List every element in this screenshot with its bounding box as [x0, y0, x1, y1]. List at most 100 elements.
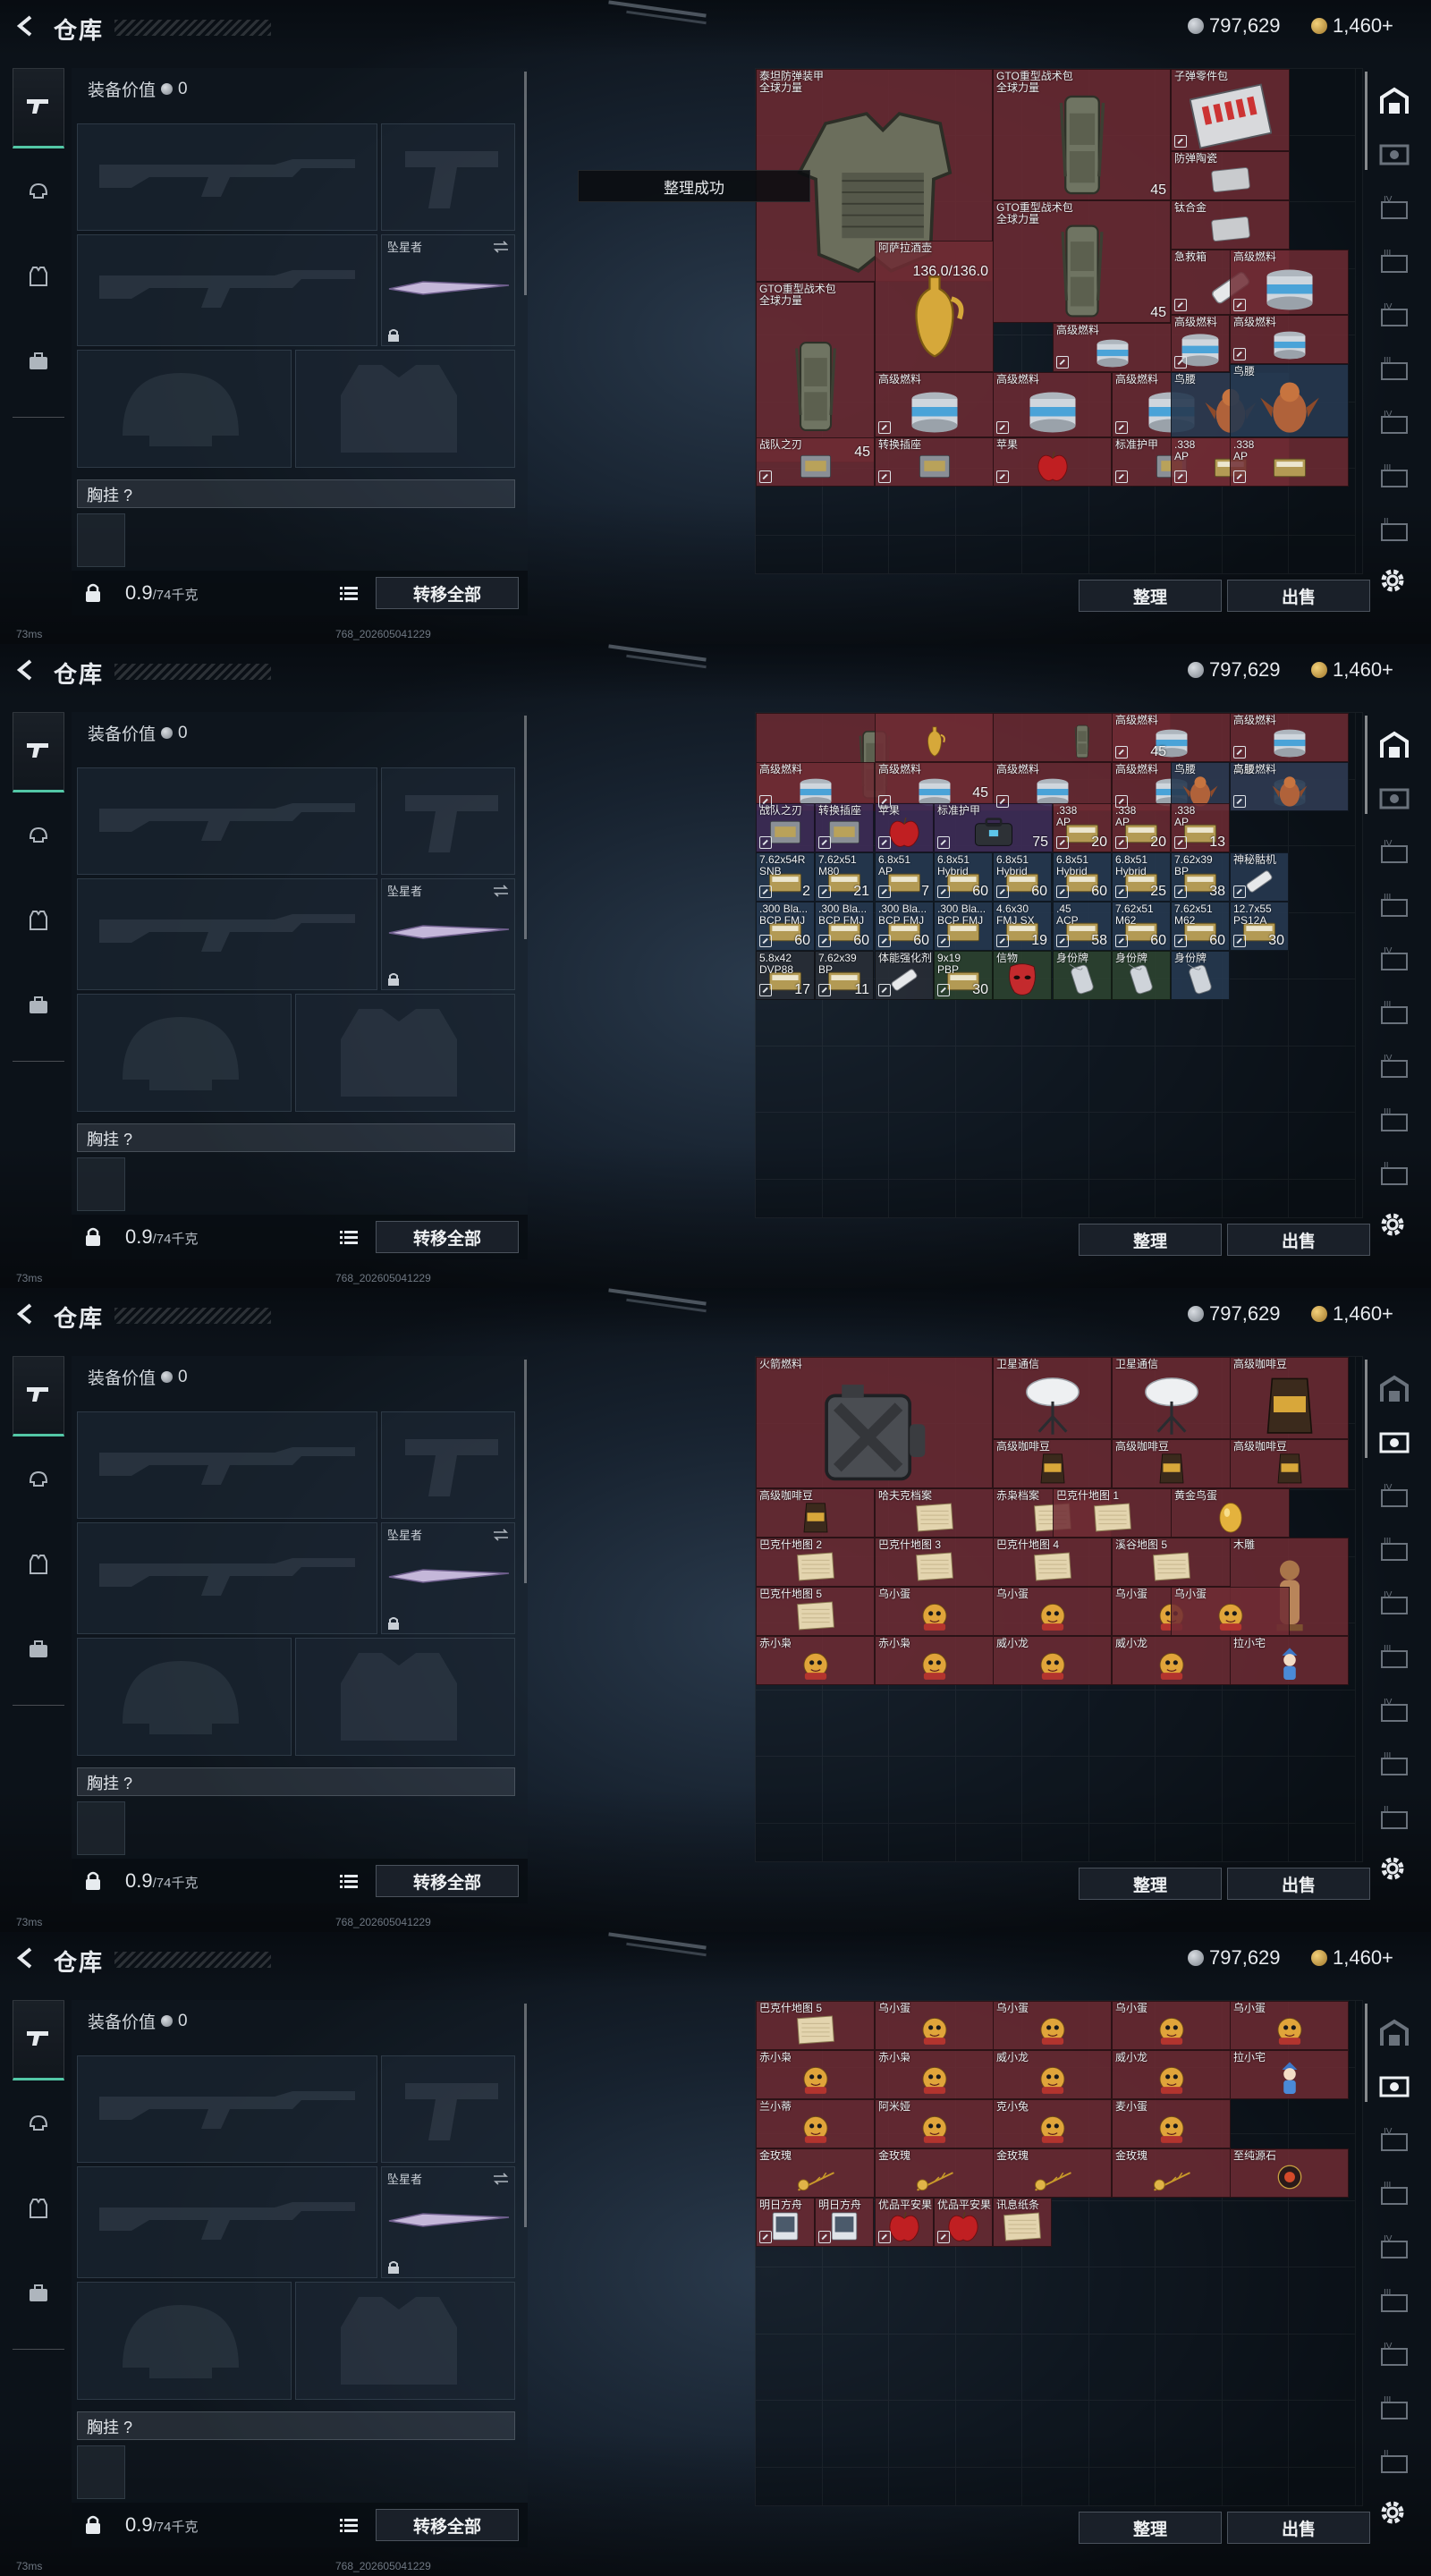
inventory-item[interactable]: 乌小蛋 — [993, 2001, 1112, 2050]
inventory-item[interactable]: 高级燃料 — [1053, 323, 1172, 372]
pistol-slot[interactable] — [381, 767, 515, 875]
inventory-item[interactable]: 克小兔 — [993, 2099, 1112, 2148]
storage-tab[interactable]: III — [1377, 891, 1411, 925]
quick-sell-tag-icon[interactable] — [818, 836, 831, 849]
quick-sell-tag-icon[interactable] — [937, 886, 950, 898]
quick-sell-tag-icon[interactable] — [1115, 421, 1128, 434]
storage-tab[interactable]: IV — [1377, 1481, 1411, 1515]
equipment-scrollbar[interactable] — [524, 716, 527, 939]
sell-button[interactable]: 出售 — [1227, 1224, 1370, 1256]
inventory-item[interactable]: 转换插座 — [815, 803, 874, 852]
storage-tab[interactable]: IV — [1377, 837, 1411, 871]
quick-sell-tag-icon[interactable] — [759, 836, 772, 849]
storage-tab[interactable]: III — [1377, 2286, 1411, 2320]
inventory-item[interactable]: 6.8x51 Hybrid 60 — [993, 852, 1052, 902]
quick-sell-tag-icon[interactable] — [996, 795, 1009, 808]
inventory-item[interactable]: 7.62x51 M62 60 — [1112, 902, 1171, 951]
quick-sell-tag-icon[interactable] — [818, 2231, 831, 2243]
melee-slot[interactable]: 坠星者 — [381, 1522, 515, 1634]
chest-rig-slot[interactable] — [77, 1157, 125, 1211]
inventory-item[interactable]: 威小龙 — [1112, 1636, 1231, 1685]
inventory-item[interactable]: 高级咖啡豆 — [1230, 1439, 1349, 1488]
inventory-item[interactable]: 至纯源石 — [1230, 2148, 1349, 2198]
gear-icon[interactable] — [1377, 2497, 1408, 2528]
warehouse-scrollbar[interactable] — [1365, 716, 1367, 814]
storage-tab[interactable] — [1377, 2072, 1411, 2106]
storage-tab[interactable]: III — [1377, 462, 1411, 496]
storage-tab[interactable]: IV — [1377, 301, 1411, 335]
quick-sell-tag-icon[interactable] — [937, 984, 950, 996]
inventory-item[interactable]: 转换插座 — [875, 437, 994, 487]
inventory-item[interactable]: 阿米娅 — [875, 2099, 994, 2148]
inventory-item[interactable]: 优品平安果 — [934, 2198, 993, 2247]
inventory-item[interactable]: 6.8x51 Hybrid 60 — [1053, 852, 1112, 902]
secondary-weapon-slot[interactable] — [77, 1522, 377, 1634]
quick-sell-tag-icon[interactable] — [818, 886, 831, 898]
storage-tab[interactable]: III — [1377, 2394, 1411, 2428]
inventory-item[interactable]: .300 Bla... BCP FMJ — [934, 902, 993, 951]
sell-button[interactable]: 出售 — [1227, 580, 1370, 612]
transfer-all-button[interactable]: 转移全部 — [376, 1865, 519, 1897]
inventory-item[interactable]: 高级咖啡豆 — [1112, 1439, 1231, 1488]
quick-sell-tag-icon[interactable] — [1174, 935, 1187, 947]
sort-button[interactable]: 整理 — [1079, 580, 1222, 612]
primary-weapon-slot[interactable] — [77, 2055, 377, 2163]
chest-rig-header[interactable]: 胸挂 ? — [77, 1767, 515, 1796]
quick-sell-tag-icon[interactable] — [937, 2231, 950, 2243]
inventory-item[interactable]: 金玫瑰 — [756, 2148, 875, 2198]
inventory-item[interactable]: 战队之刃 — [756, 803, 815, 852]
list-icon[interactable] — [340, 1874, 358, 1888]
quick-sell-tag-icon[interactable] — [759, 984, 772, 996]
inventory-item[interactable]: 拉小宅 — [1230, 1636, 1349, 1685]
inventory-item[interactable]: 7.62x39 BP 11 — [815, 951, 874, 1000]
storage-tab[interactable]: IV — [1377, 193, 1411, 227]
helmet-slot[interactable] — [77, 1638, 292, 1756]
inventory-item[interactable]: 高级燃料 — [1230, 315, 1349, 364]
inventory-item[interactable]: .300 Bla... BCP FMJ 60 — [875, 902, 934, 951]
storage-tab[interactable]: II — [1377, 1159, 1411, 1193]
quick-sell-tag-icon[interactable] — [1115, 886, 1128, 898]
quick-sell-tag-icon[interactable] — [1233, 935, 1246, 947]
quick-sell-tag-icon[interactable] — [878, 836, 891, 849]
gear-icon[interactable] — [1377, 1209, 1408, 1240]
inventory-item[interactable]: 子弹零件包 — [1171, 69, 1290, 151]
nav-tab-vest[interactable] — [13, 251, 64, 305]
inventory-item[interactable]: 优品平安果 — [875, 2198, 934, 2247]
warehouse-scrollbar[interactable] — [1365, 1360, 1367, 1458]
quick-sell-tag-icon[interactable] — [759, 935, 772, 947]
inventory-item[interactable]: 6.8x51 Hybrid 60 — [934, 852, 993, 902]
inventory-item[interactable]: 威小龙 — [1112, 2050, 1231, 2099]
gear-icon[interactable] — [1377, 1853, 1408, 1884]
helmet-slot[interactable] — [77, 994, 292, 1112]
inventory-item[interactable]: 鸟腰 — [1230, 364, 1349, 437]
inventory-item[interactable]: 兰小蒂 — [756, 2099, 875, 2148]
inventory-item[interactable]: 阿萨拉酒壶 — [875, 241, 994, 372]
quick-sell-tag-icon[interactable] — [1233, 886, 1246, 898]
chest-rig-help[interactable]: ? — [123, 487, 132, 504]
quick-sell-tag-icon[interactable] — [1233, 470, 1246, 483]
swap-icon[interactable] — [493, 885, 509, 897]
inventory-item[interactable]: 火箭燃料 — [756, 1357, 993, 1488]
warehouse-grid[interactable]: 巴克什地图 5 乌小蛋 乌小蛋 乌小蛋 乌小蛋 赤小枭 赤小枭 威小龙 威小龙 拉小宅 兰小蒂 阿米娅… — [755, 2000, 1363, 2506]
inventory-item[interactable]: 哈夫克档案 — [875, 1488, 994, 1538]
body-armor-slot[interactable] — [295, 2282, 515, 2400]
nav-tab-gun[interactable] — [13, 712, 64, 792]
inventory-item[interactable]: 明日方舟 — [815, 2198, 874, 2247]
inventory-item[interactable]: 高级咖啡豆 — [993, 1439, 1112, 1488]
storage-tab[interactable] — [1377, 140, 1411, 174]
inventory-item[interactable]: .338 AP 20 — [1053, 803, 1112, 852]
storage-tab[interactable] — [1377, 2018, 1411, 2052]
nav-tab-helmet[interactable] — [13, 1454, 64, 1508]
inventory-item[interactable]: 5.8x42 DVP88 17 — [756, 951, 815, 1000]
inventory-item[interactable]: 乌小蛋 — [875, 2001, 994, 2050]
primary-weapon-slot[interactable] — [77, 767, 377, 875]
nav-tab-vest[interactable] — [13, 1539, 64, 1593]
inventory-item[interactable]: 乌小蛋 — [1230, 2001, 1349, 2050]
inventory-item[interactable]: 12.7x55 PS12A 30 — [1230, 902, 1289, 951]
inventory-item[interactable]: 7.62x51 M80 21 — [815, 852, 874, 902]
quick-sell-tag-icon[interactable] — [1174, 886, 1187, 898]
list-icon[interactable] — [340, 1230, 358, 1244]
quick-sell-tag-icon[interactable] — [996, 935, 1009, 947]
storage-tab[interactable]: III — [1377, 247, 1411, 281]
inventory-item[interactable]: GTO重型战术包 全球力量 45 — [993, 200, 1171, 323]
